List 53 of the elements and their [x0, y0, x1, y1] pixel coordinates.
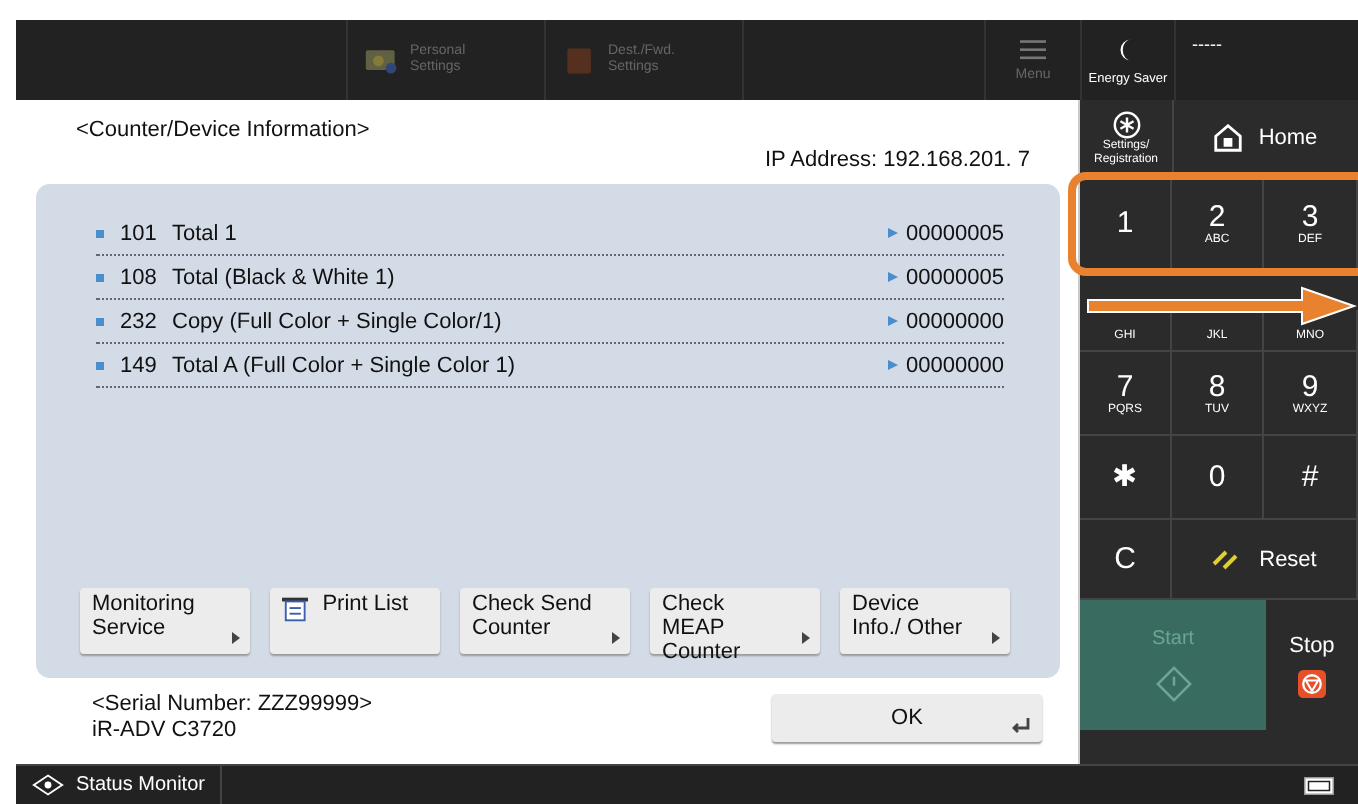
menu-icon — [1020, 39, 1046, 59]
status-text: ----- — [1192, 34, 1222, 54]
home-icon — [1214, 124, 1243, 152]
ok-button[interactable]: OK — [772, 693, 1042, 741]
bullet-icon — [96, 273, 104, 281]
triangle-icon — [232, 632, 240, 644]
screen-title: <Counter/Device Information> — [74, 116, 372, 142]
slash-icon — [1211, 547, 1240, 571]
stop-icon — [1298, 669, 1326, 697]
printer-icon — [282, 596, 309, 622]
triangle-icon — [888, 316, 899, 326]
counter-value: 00000000 — [906, 353, 1004, 377]
keypad-key[interactable]: # — [1264, 436, 1358, 520]
triangle-icon — [612, 632, 620, 644]
panel-button[interactable]: Print List — [270, 588, 440, 654]
status-monitor-button[interactable]: Status Monitor — [16, 766, 223, 804]
enter-icon — [1010, 717, 1030, 733]
serial-number: <Serial Number: ZZZ99999> — [92, 691, 373, 717]
panel-button[interactable]: Device Info./ Other — [840, 588, 1010, 654]
triangle-icon — [888, 272, 899, 282]
model-name: iR-ADV C3720 — [92, 717, 239, 743]
counter-value: 00000005 — [906, 221, 1004, 245]
keypad-key[interactable]: 0 — [1172, 436, 1264, 520]
counter-code: 232 — [120, 309, 159, 333]
triangle-icon — [888, 360, 899, 370]
triangle-icon — [802, 632, 810, 644]
start-icon — [1155, 666, 1191, 702]
counter-name: Total 1 — [172, 221, 239, 245]
home-button[interactable]: Home — [1174, 100, 1358, 176]
bullet-icon — [96, 361, 104, 369]
panel-button[interactable]: Check Send Counter — [460, 588, 630, 654]
bullet-icon — [96, 317, 104, 325]
triangle-icon — [888, 228, 899, 238]
counter-name: Total A (Full Color + Single Color 1) — [172, 353, 517, 377]
counter-value: 00000000 — [906, 309, 1004, 333]
keyboard-icon — [1304, 775, 1334, 795]
counter-value: 00000005 — [906, 265, 1004, 289]
counter-name: Copy (Full Color + Single Color/1) — [172, 309, 504, 333]
counter-code: 101 — [120, 221, 159, 245]
triangle-icon — [992, 632, 1000, 644]
reset-key[interactable]: Reset — [1172, 520, 1358, 600]
eye-icon — [32, 774, 64, 796]
panel-button[interactable]: Check MEAP Counter — [650, 588, 820, 654]
card-icon — [364, 45, 400, 75]
keypad-key[interactable]: ✱ — [1080, 436, 1172, 520]
counter-name: Total (Black & White 1) — [172, 265, 397, 289]
clear-key[interactable]: C — [1080, 520, 1172, 600]
counter-code: 149 — [120, 353, 159, 377]
panel-button[interactable]: Monitoring Service — [80, 588, 250, 654]
settings-icon — [1111, 109, 1141, 140]
bullet-icon — [96, 229, 104, 237]
ip-address: IP Address: 192.168.201. 7 — [764, 148, 1030, 172]
counter-code: 108 — [120, 265, 159, 289]
